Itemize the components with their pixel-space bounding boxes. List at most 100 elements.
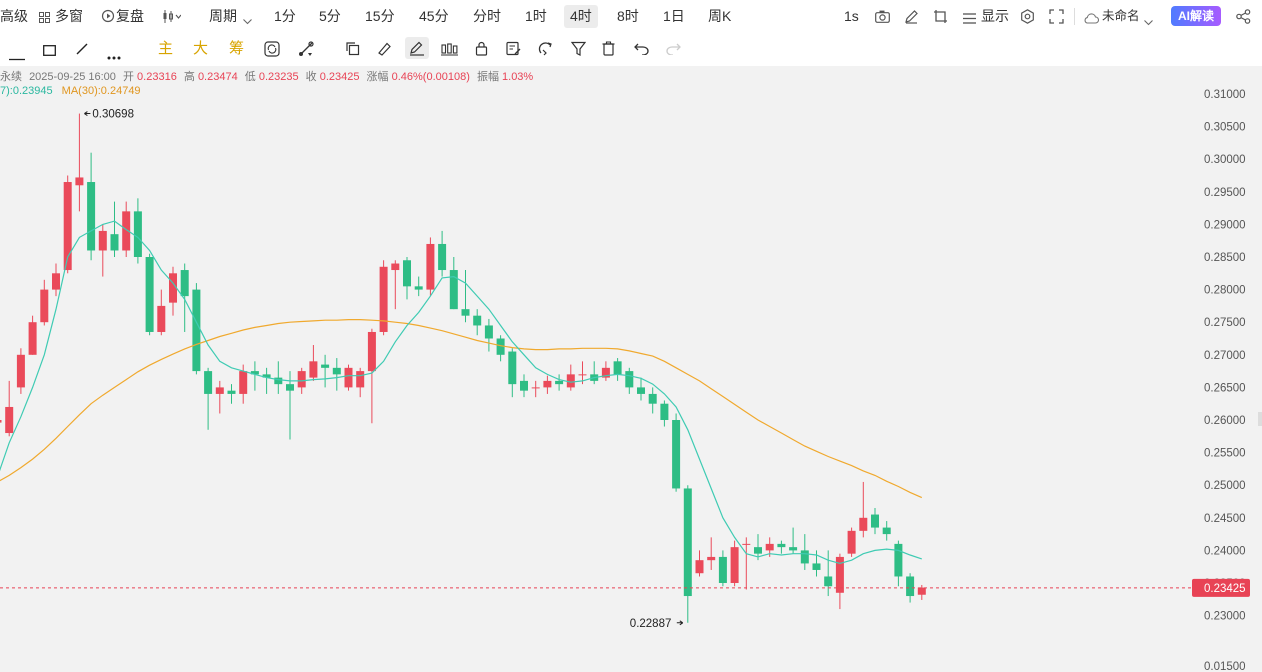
high-marker-arrow	[84, 111, 91, 116]
ai-interpret-button[interactable]: AI解读	[1171, 6, 1222, 26]
candle-up	[917, 587, 926, 595]
candle-down	[180, 270, 189, 297]
pencil-icon[interactable]	[904, 9, 919, 24]
settings-icon[interactable]	[1020, 9, 1035, 24]
copy-icon[interactable]	[345, 41, 360, 56]
large-order-button[interactable]: 大	[193, 33, 208, 65]
chart-canvas[interactable]: 0.31000 0.30500 0.30000 0.29500 0.29000 0.285…	[0, 66, 1262, 672]
open-label: 开	[122, 71, 134, 83]
horizontal-line-icon[interactable]	[9, 48, 25, 61]
measure-icon[interactable]	[298, 41, 314, 57]
y-axis-tick-label: 0.29000	[1204, 219, 1246, 231]
candle-up	[16, 354, 25, 388]
scroll-handle[interactable]	[1258, 412, 1262, 426]
rectangle-icon[interactable]	[43, 43, 56, 56]
change-value: 0.46%(0.00108)	[391, 71, 470, 83]
candle-type-icon[interactable]	[163, 10, 182, 23]
candle-down	[660, 403, 669, 420]
filter-icon[interactable]	[570, 41, 587, 56]
more-icon[interactable]	[107, 47, 121, 60]
camera-icon[interactable]	[875, 10, 890, 23]
candle-up	[0, 420, 2, 423]
candle-down	[824, 576, 833, 587]
magnet-icon[interactable]	[538, 41, 553, 56]
open-value: 0.23316	[137, 71, 177, 83]
candles-icon[interactable]	[441, 42, 458, 56]
candle-up	[297, 371, 306, 388]
interval-timeshare[interactable]: 分时	[473, 0, 501, 33]
redo-icon[interactable]	[666, 42, 681, 56]
layout-name-dropdown[interactable]: 未命名	[1102, 0, 1140, 33]
candle-up	[859, 517, 868, 531]
ma30-legend: MA(30):0.24749	[61, 85, 141, 97]
candle-down	[332, 367, 341, 375]
lock-icon[interactable]	[475, 41, 488, 56]
candlestick-chart[interactable]: 0.31000 0.30500 0.30000 0.29500 0.29000 0.285…	[0, 66, 1262, 672]
y-axis-tick-label: 0.24500	[1204, 513, 1246, 525]
toolbar-divider	[1074, 8, 1075, 25]
close-label: 收	[305, 71, 317, 83]
candle-down	[110, 234, 119, 251]
candle-datetime: 2025-09-25 16:00	[29, 71, 116, 83]
interval-weekly[interactable]: 周K	[708, 0, 731, 33]
chip-distribution-button[interactable]: 筹	[229, 33, 244, 65]
candle-up	[367, 331, 376, 372]
chevron-down-icon	[243, 12, 252, 25]
y-axis-tick-label: 0.25000	[1204, 480, 1246, 492]
fullscreen-icon[interactable]	[1049, 9, 1064, 24]
amplitude-label: 振幅	[476, 71, 499, 83]
undo-icon[interactable]	[634, 42, 649, 56]
interval-5m[interactable]: 5分	[319, 0, 341, 33]
interval-1d[interactable]: 1日	[663, 0, 685, 33]
refresh-interval-button[interactable]: 1s	[844, 0, 859, 33]
trend-line-icon[interactable]	[76, 42, 88, 55]
share-icon[interactable]	[1236, 9, 1251, 24]
replay-button[interactable]: 复盘	[116, 0, 144, 33]
interval-1m[interactable]: 1分	[274, 0, 296, 33]
y-axis-tick-label: 0.31000	[1204, 89, 1246, 101]
interval-15m[interactable]: 15分	[365, 0, 395, 33]
candle-down	[800, 550, 809, 564]
pen-tool-active-icon[interactable]	[405, 37, 429, 59]
candle-down	[894, 543, 903, 577]
ma7-legend: 7):0.23945	[0, 85, 53, 97]
display-button[interactable]: 显示	[981, 0, 1009, 33]
trash-icon[interactable]	[602, 41, 615, 56]
candle-up	[765, 543, 774, 551]
ma-legend: 7):0.23945 MA(30):0.24749	[0, 85, 141, 97]
ohlc-info-line: 永续 2025-09-25 16:00 开 0.23316 高 0.23474 …	[0, 68, 533, 84]
candle-down	[484, 325, 493, 339]
candle-down	[87, 182, 96, 251]
candle-down	[461, 309, 470, 316]
drawing-toolbar: 主 大 筹	[0, 33, 1262, 65]
y-axis-tick-label: 0.28500	[1204, 252, 1246, 264]
eraser-icon[interactable]	[377, 41, 392, 56]
edit-note-icon[interactable]	[506, 41, 521, 56]
multi-window-button[interactable]: 多窗	[55, 0, 83, 33]
candle-down	[777, 543, 786, 548]
high-label: 高	[183, 71, 195, 83]
y-axis-tick-label: 0.23000	[1204, 611, 1246, 623]
interval-45m[interactable]: 45分	[419, 0, 449, 33]
low-label: 低	[244, 71, 256, 83]
interval-8h[interactable]: 8时	[617, 0, 639, 33]
candle-down	[508, 351, 517, 385]
sync-icon[interactable]	[264, 41, 280, 57]
crop-icon[interactable]	[933, 9, 948, 24]
candle-up	[695, 560, 704, 574]
advanced-button[interactable]: 高级	[0, 0, 28, 33]
period-dropdown[interactable]: 周期	[209, 0, 237, 33]
ma30-line	[0, 319, 923, 499]
candle-up	[531, 387, 540, 389]
candle-down	[789, 547, 798, 551]
candle-up	[52, 273, 60, 290]
y-axis-tick-label: 0.26000	[1204, 415, 1246, 427]
y-axis-tick-label: 0.27500	[1204, 317, 1246, 329]
candle-up	[742, 543, 751, 545]
candle-up	[239, 371, 248, 394]
main-indicator-button[interactable]: 主	[158, 33, 173, 65]
interval-1h[interactable]: 1时	[525, 0, 547, 33]
candle-down	[227, 390, 236, 394]
interval-4h-active[interactable]: 4时	[564, 5, 598, 28]
ma7-line	[0, 220, 922, 565]
